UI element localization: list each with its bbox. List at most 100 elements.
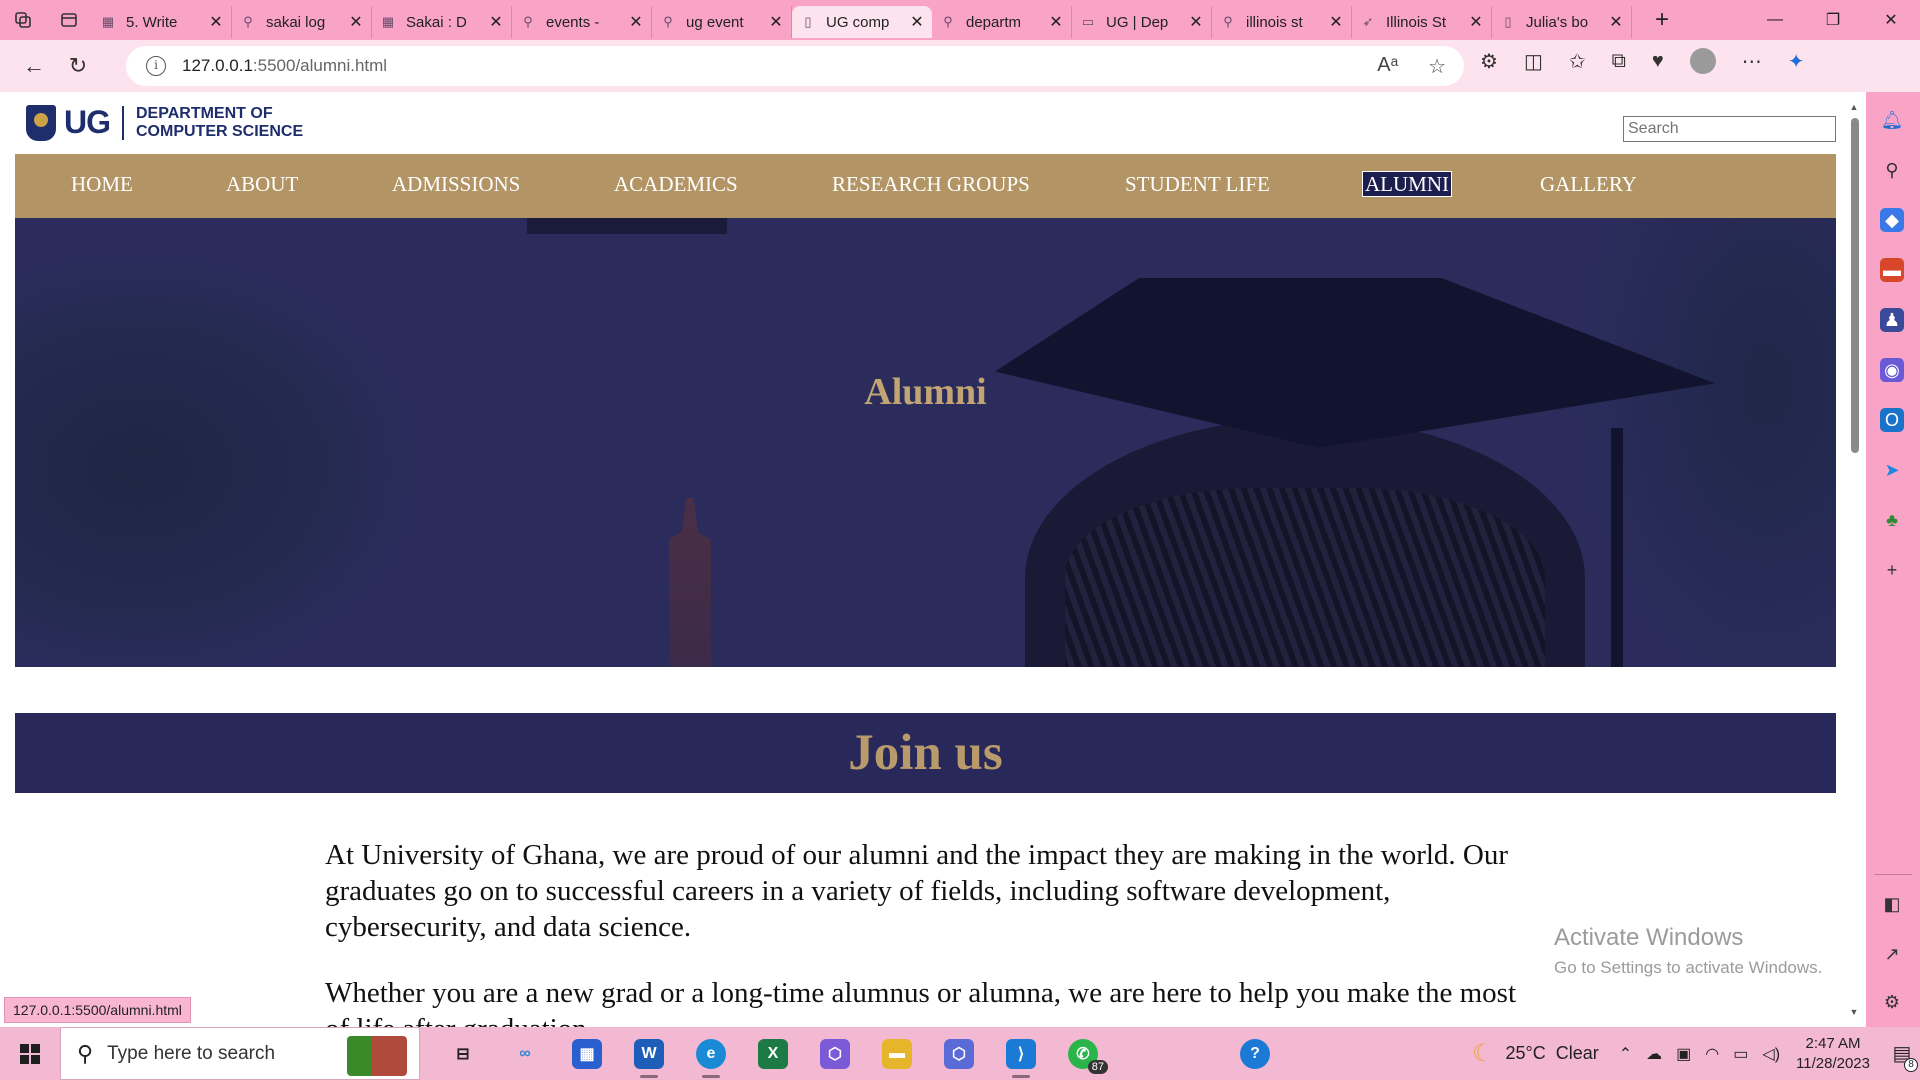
nav-academics[interactable]: ACADEMICS — [614, 172, 738, 196]
browser-essentials-icon[interactable]: ♥ — [1652, 50, 1664, 73]
vscode-icon[interactable]: ⟩ — [990, 1027, 1052, 1080]
site-info-icon[interactable]: i — [146, 56, 166, 76]
copilot-hex-icon[interactable]: ⬡ — [804, 1027, 866, 1080]
battery-icon[interactable]: ▭ — [1733, 1044, 1748, 1064]
excel-icon[interactable]: X — [742, 1027, 804, 1080]
notifications-icon[interactable]: 🔔︎ — [1880, 108, 1904, 132]
close-tab-icon[interactable]: ✕ — [209, 12, 223, 32]
nav-gallery[interactable]: GALLERY — [1540, 172, 1637, 196]
show-hidden-icons-icon[interactable]: ⌃ — [1619, 1044, 1632, 1064]
tree-icon[interactable]: ♣ — [1880, 508, 1904, 532]
site-search-input[interactable] — [1623, 116, 1836, 142]
restore-icon[interactable]: ❐ — [1804, 0, 1862, 40]
store-icon[interactable]: ▦ — [556, 1027, 618, 1080]
search-icon: ⚲ — [243, 14, 253, 29]
close-tab-icon[interactable]: ✕ — [910, 12, 924, 32]
taskbar-search[interactable]: ⚲ Type here to search — [60, 1027, 420, 1080]
drop-icon[interactable]: ➤ — [1880, 458, 1904, 482]
browser-tab-active[interactable]: ▯ UG comp ✕ — [792, 6, 932, 38]
close-tab-icon[interactable]: ✕ — [1609, 12, 1623, 32]
browser-tab[interactable]: ⚲ illinois st ✕ — [1212, 6, 1352, 38]
alumni-content: At University of Ghana, we are proud of … — [325, 837, 1525, 1027]
activate-windows-watermark: Activate Windows Go to Settings to activ… — [1554, 924, 1823, 977]
hide-sidebar-icon[interactable]: ◧ — [1880, 892, 1904, 916]
network-cloud-icon[interactable]: ☁ — [1646, 1044, 1662, 1064]
browser-tab[interactable]: ▦ Sakai : D ✕ — [372, 6, 512, 38]
microsoft-365-icon[interactable]: ◉ — [1880, 358, 1904, 382]
close-tab-icon[interactable]: ✕ — [629, 12, 643, 32]
close-tab-icon[interactable]: ✕ — [1329, 12, 1343, 32]
split-screen-icon[interactable]: ◫ — [1524, 49, 1543, 74]
page-scrollbar[interactable]: ▲ ▼ — [1848, 102, 1860, 1017]
notifications-center-icon[interactable]: ▤ 8 — [1884, 1041, 1920, 1072]
new-tab-icon[interactable]: + — [1642, 6, 1682, 34]
copilot-app-icon[interactable]: ∞ — [494, 1027, 556, 1080]
close-tab-icon[interactable]: ✕ — [1189, 12, 1203, 32]
browser-tab[interactable]: ⚲ sakai log ✕ — [232, 6, 372, 38]
scroll-down-icon[interactable]: ▼ — [1848, 1007, 1860, 1017]
tab-actions-icon[interactable] — [46, 0, 92, 40]
ug-logo[interactable]: UG DEPARTMENT OF COMPUTER SCIENCE — [26, 104, 303, 141]
workspaces-icon[interactable] — [0, 0, 46, 40]
outlook-icon[interactable]: O — [1880, 408, 1904, 432]
more-options-icon[interactable]: ⋯ — [1742, 49, 1762, 74]
close-tab-icon[interactable]: ✕ — [769, 12, 783, 32]
browser-tab[interactable]: ⚲ events - ✕ — [512, 6, 652, 38]
collections-icon[interactable]: ⧉ — [1612, 50, 1626, 73]
close-tab-icon[interactable]: ✕ — [489, 12, 503, 32]
browser-tab[interactable]: ▯ Julia's bo ✕ — [1492, 6, 1632, 38]
copilot-icon[interactable]: ✦ — [1788, 49, 1805, 74]
nav-admissions[interactable]: ADMISSIONS — [392, 172, 520, 196]
address-bar[interactable]: i 127.0.0.1:5500/alumni.html Aᵃ ☆ — [126, 46, 1464, 86]
add-sidebar-app-icon[interactable]: + — [1880, 558, 1904, 582]
favorites-icon[interactable]: ✩ — [1569, 49, 1586, 74]
nav-alumni[interactable]: ALUMNI — [1362, 171, 1452, 197]
nav-about[interactable]: ABOUT — [226, 172, 298, 196]
sidebar-settings-icon[interactable]: ⚙ — [1880, 990, 1904, 1014]
volume-icon[interactable]: ◁) — [1762, 1044, 1780, 1064]
games-icon[interactable]: ♟ — [1880, 308, 1904, 332]
wifi-icon[interactable]: ◠ — [1705, 1044, 1719, 1064]
browser-tab[interactable]: ➶ Illinois St ✕ — [1352, 6, 1492, 38]
back-icon[interactable]: ← — [12, 48, 56, 84]
refresh-icon[interactable]: ↻ — [56, 48, 100, 84]
scrollbar-thumb[interactable] — [1851, 118, 1859, 453]
minimize-icon[interactable]: — — [1746, 0, 1804, 40]
close-tab-icon[interactable]: ✕ — [1469, 12, 1483, 32]
browser-tab[interactable]: ▦ 5. Write ✕ — [92, 6, 232, 38]
nav-student-life[interactable]: STUDENT LIFE — [1125, 172, 1270, 196]
extensions-icon[interactable]: ⚙ — [1480, 49, 1498, 74]
weather-widget[interactable]: ☾ 25°C Clear — [1472, 1039, 1599, 1068]
scroll-up-icon[interactable]: ▲ — [1848, 102, 1860, 112]
address-bar-actions: Aᵃ ☆ — [1377, 54, 1446, 79]
edge-icon[interactable]: e — [680, 1027, 742, 1080]
nav-home[interactable]: HOME — [71, 172, 133, 196]
document-icon: ▯ — [804, 14, 812, 29]
m365-icon[interactable]: ⬡ — [928, 1027, 990, 1080]
read-aloud-icon[interactable]: Aᵃ — [1377, 54, 1398, 79]
nav-research-groups[interactable]: RESEARCH GROUPS — [832, 172, 1030, 196]
open-external-icon[interactable]: ↗ — [1880, 942, 1904, 966]
browser-tab[interactable]: ⚲ departm ✕ — [932, 6, 1072, 38]
profile-avatar[interactable] — [1689, 48, 1716, 74]
browser-tab[interactable]: ⚲ ug event ✕ — [652, 6, 792, 38]
file-explorer-icon[interactable]: ▬ — [866, 1027, 928, 1080]
tools-icon[interactable]: ▬ — [1880, 258, 1904, 282]
task-view-icon[interactable]: ⊟ — [432, 1027, 494, 1080]
close-window-icon[interactable]: ✕ — [1862, 0, 1920, 40]
search-icon: ⚲ — [77, 1040, 94, 1066]
clock[interactable]: 2:47 AM 11/28/2023 — [1796, 1034, 1870, 1074]
search-icon[interactable]: ⚲ — [1880, 158, 1904, 182]
close-tab-icon[interactable]: ✕ — [349, 12, 363, 32]
favorite-star-icon[interactable]: ☆ — [1428, 54, 1446, 79]
whatsapp-icon[interactable]: ✆ 87 — [1052, 1027, 1114, 1080]
help-icon[interactable]: ? — [1224, 1027, 1286, 1080]
start-button[interactable] — [0, 1027, 60, 1080]
status-bar-url: 127.0.0.1:5500/alumni.html — [4, 997, 191, 1023]
browser-tab[interactable]: ▭ UG | Dep ✕ — [1072, 6, 1212, 38]
device-icon[interactable]: ▣ — [1676, 1044, 1691, 1064]
word-icon[interactable]: W — [618, 1027, 680, 1080]
search-icon: ⚲ — [943, 14, 953, 29]
shopping-icon[interactable]: ◆ — [1880, 208, 1904, 232]
close-tab-icon[interactable]: ✕ — [1049, 12, 1063, 32]
